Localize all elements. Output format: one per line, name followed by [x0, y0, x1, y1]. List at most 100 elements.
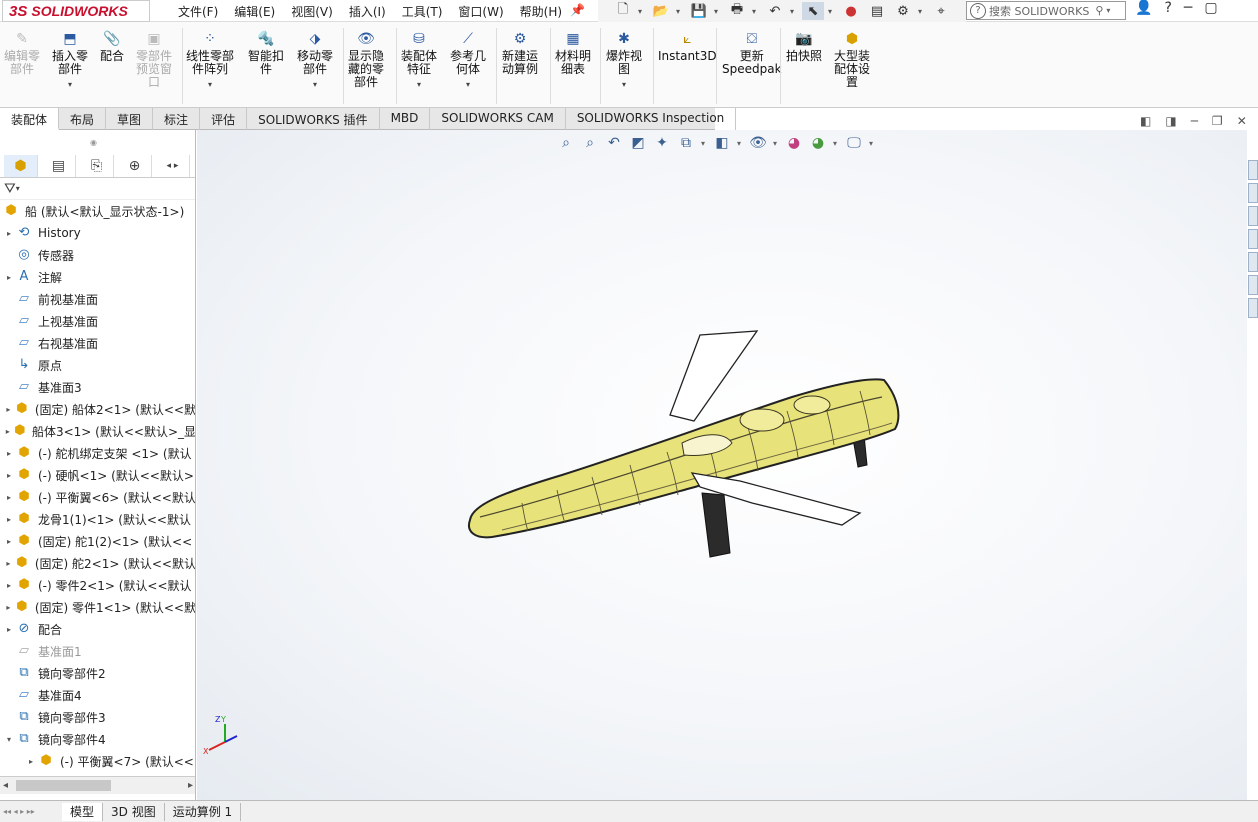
tab-model[interactable]: 模型 — [62, 802, 104, 821]
sail-fin[interactable] — [669, 330, 759, 422]
chevron-down-icon[interactable]: ▾ — [208, 78, 212, 91]
file-properties-icon[interactable]: ▤ — [866, 2, 888, 20]
new-document-icon[interactable]: 🗋 — [612, 2, 634, 20]
cursor-icon[interactable]: ⌖ — [930, 2, 952, 20]
tab-assembly[interactable]: 装配体 — [0, 108, 60, 130]
tree-item[interactable]: ▸ ⬢ (固定) 舵2<1> (默认<<默认 — [0, 552, 195, 574]
keel[interactable] — [701, 492, 731, 558]
tab-evaluate[interactable]: 评估 — [200, 108, 248, 130]
task-pane-design-library-icon[interactable] — [1248, 206, 1258, 226]
doc-restore-icon[interactable]: ❐ — [1212, 114, 1223, 128]
expand-arrow-icon[interactable]: ▸ — [3, 471, 15, 480]
menu-window[interactable]: 窗口(W) — [458, 0, 511, 22]
search-icon[interactable]: ⚲ — [1095, 4, 1103, 17]
show-hidden-components-button[interactable]: 👁 显示隐 藏的零 部件 — [348, 30, 384, 89]
save-icon[interactable]: 💾 — [688, 2, 710, 20]
tree-item[interactable]: ▸ ⬢ (固定) 船体2<1> (默认<<默 — [0, 398, 195, 420]
menu-file[interactable]: 文件(F) — [178, 0, 226, 22]
chevron-down-icon[interactable]: ▾ — [676, 7, 684, 16]
expand-arrow-icon[interactable]: ▸ — [3, 427, 13, 436]
expand-arrow-icon[interactable]: ▸ — [3, 603, 14, 612]
expand-arrow-icon[interactable]: ▸ — [3, 229, 15, 238]
options-gear-icon[interactable]: ⚙ — [892, 2, 914, 20]
panel-scroll-arrows[interactable]: ◂ ▸ — [156, 154, 190, 177]
select-cursor-icon[interactable]: ⬉ — [802, 2, 824, 20]
tab-3d-views[interactable]: 3D 视图 — [103, 802, 165, 821]
tab-markup[interactable]: 标注 — [153, 108, 201, 130]
update-speedpak-button[interactable]: ⛋ 更新 Speedpak — [722, 30, 782, 76]
tree-item[interactable]: ▱ 上视基准面 — [0, 310, 195, 332]
tree-item[interactable]: ◎ 传感器 — [0, 244, 195, 266]
chevron-down-icon[interactable]: ▾ — [828, 7, 836, 16]
chevron-down-icon[interactable]: ▾ — [833, 139, 839, 148]
tile-right-icon[interactable]: ◨ — [1165, 114, 1176, 128]
minimize-icon[interactable]: ─ — [1184, 0, 1192, 16]
chevron-down-icon[interactable]: ▾ — [1106, 6, 1110, 15]
hide-show-items-icon[interactable]: 👁 — [749, 134, 767, 152]
tree-item[interactable]: ▾ ⧉ 镜向零部件4 — [0, 728, 195, 750]
view-settings-icon[interactable]: 🖵 — [845, 134, 863, 152]
tab-layout[interactable]: 布局 — [59, 108, 107, 130]
chevron-down-icon[interactable]: ▾ — [752, 7, 760, 16]
task-pane-appearances-icon[interactable] — [1248, 275, 1258, 295]
tree-item[interactable]: ↳ 原点 — [0, 354, 195, 376]
dimxpert-tab-icon[interactable]: ⊕ — [118, 154, 152, 177]
open-document-icon[interactable]: 📂 — [650, 2, 672, 20]
large-assembly-settings-button[interactable]: ⬢ 大型装 配体设 置 — [834, 30, 870, 89]
scrollbar-thumb[interactable] — [16, 780, 111, 791]
rebuild-traffic-light-icon[interactable]: ● — [840, 2, 862, 20]
chevron-down-icon[interactable]: ▾ — [622, 78, 626, 91]
tab-nav-arrows[interactable]: ◂◂ ◂ ▸ ▸▸ — [0, 807, 62, 816]
expand-arrow-icon[interactable]: ▸ — [3, 273, 15, 282]
search-box[interactable]: ? 搜索 SOLIDWORKS ⚲ ▾ — [966, 1, 1126, 20]
tree-item[interactable]: ▱ 基准面1 — [0, 640, 195, 662]
component-preview-button[interactable]: ▣ 零部件 预览窗 口 — [136, 30, 172, 89]
expand-arrow-icon[interactable]: ▸ — [3, 515, 15, 524]
chevron-down-icon[interactable]: ▾ — [417, 78, 421, 91]
tab-cam[interactable]: SOLIDWORKS CAM — [430, 108, 566, 130]
chevron-down-icon[interactable]: ▾ — [918, 7, 926, 16]
previous-view-icon[interactable]: ↶ — [605, 134, 623, 152]
tree-item[interactable]: ▱ 前视基准面 — [0, 288, 195, 310]
doc-close-icon[interactable]: ✕ — [1237, 114, 1247, 128]
graphics-area[interactable]: ⌕ ⌕ ↶ ◩ ✦ ⧉ ▾ ◧ ▾ 👁 ▾ ◕ ◕ ▾ 🖵 ▾ X Y Z — [197, 130, 1247, 800]
tab-mbd[interactable]: MBD — [380, 108, 431, 130]
horizontal-scrollbar[interactable]: ◂ ▸ — [0, 776, 195, 794]
tree-item[interactable]: ▱ 基准面3 — [0, 376, 195, 398]
task-pane-file-explorer-icon[interactable] — [1248, 229, 1258, 249]
property-manager-tab-icon[interactable]: ▤ — [42, 154, 76, 177]
tile-left-icon[interactable]: ◧ — [1140, 114, 1151, 128]
exploded-view-button[interactable]: ✱ 爆炸视 图 ▾ — [606, 30, 642, 91]
tree-item[interactable]: ▸ ⬢ (-) 零件2<1> (默认<<默认 — [0, 574, 195, 596]
tab-motion-study[interactable]: 运动算例 1 — [165, 802, 242, 821]
chevron-down-icon[interactable]: ▾ — [313, 78, 317, 91]
menu-tools[interactable]: 工具(T) — [402, 0, 451, 22]
linear-pattern-button[interactable]: ⁘ 线性零部 件阵列 ▾ — [186, 30, 234, 91]
help-icon[interactable]: ? — [1164, 0, 1171, 16]
expand-arrow-icon[interactable]: ▸ — [25, 757, 37, 766]
tree-item[interactable]: ⧉ 镜向零部件3 — [0, 706, 195, 728]
tree-item[interactable]: ▱ 基准面4 — [0, 684, 195, 706]
tree-item[interactable]: ▸ ⬢ (-) 平衡翼<6> (默认<<默认 — [0, 486, 195, 508]
tree-item[interactable]: ▸ ⊘ 配合 — [0, 618, 195, 640]
zoom-to-area-icon[interactable]: ⌕ — [581, 134, 599, 152]
chevron-down-icon[interactable]: ▾ — [68, 78, 72, 91]
snapshot-button[interactable]: 📷 拍快照 — [786, 30, 822, 63]
chevron-down-icon[interactable]: ▾ — [737, 139, 743, 148]
filter-icon[interactable]: ⛛ ▾ — [0, 178, 195, 200]
help-question-icon[interactable]: ? — [970, 2, 986, 19]
expand-arrow-icon[interactable]: ▸ — [3, 559, 14, 568]
expand-arrow-icon[interactable]: ▸ — [3, 493, 15, 502]
zoom-to-fit-icon[interactable]: ⌕ — [557, 134, 575, 152]
mate-button[interactable]: 📎 配合 — [100, 30, 124, 63]
tab-addins[interactable]: SOLIDWORKS 插件 — [247, 108, 380, 130]
search-input[interactable]: 搜索 SOLIDWORKS — [989, 3, 1089, 19]
smart-fasteners-button[interactable]: 🔩 智能扣 件 — [248, 30, 284, 76]
menu-insert[interactable]: 插入(I) — [349, 0, 394, 22]
print-icon[interactable]: 🖶 — [726, 2, 748, 20]
tree-item[interactable]: ▸ ⬢ 龙骨1(1)<1> (默认<<默认 — [0, 508, 195, 530]
move-component-button[interactable]: ⬗ 移动零 部件 ▾ — [297, 30, 333, 91]
instant3d-button[interactable]: ⟀ Instant3D — [658, 30, 717, 63]
boat-model[interactable] — [462, 325, 912, 565]
bom-button[interactable]: ▦ 材料明 细表 — [555, 30, 591, 76]
